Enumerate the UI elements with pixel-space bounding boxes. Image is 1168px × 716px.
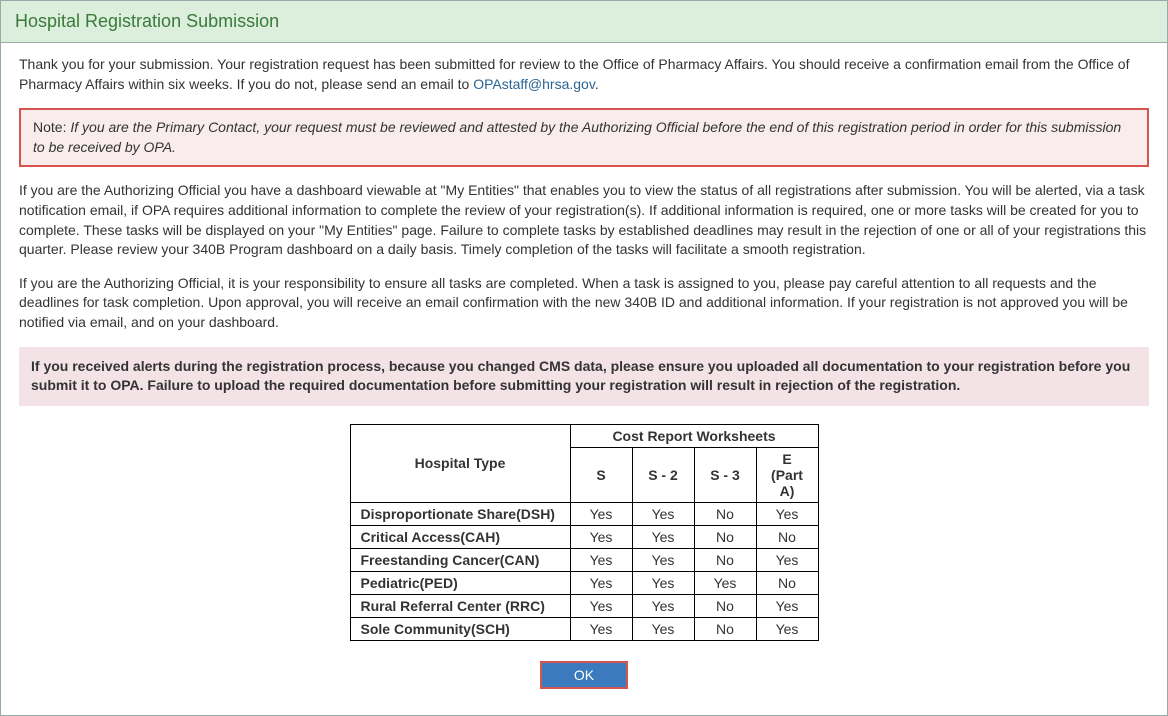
cell-value: Yes xyxy=(570,548,632,571)
row-label: Critical Access(CAH) xyxy=(350,525,570,548)
table-row: Rural Referral Center (RRC)YesYesNoYes xyxy=(350,594,818,617)
note-box: Note: If you are the Primary Contact, yo… xyxy=(19,108,1149,167)
row-label: Pediatric(PED) xyxy=(350,571,570,594)
table-row: Critical Access(CAH)YesYesNoNo xyxy=(350,525,818,548)
cell-value: Yes xyxy=(570,502,632,525)
cell-value: Yes xyxy=(570,571,632,594)
cell-value: Yes xyxy=(632,525,694,548)
note-text: If you are the Primary Contact, your req… xyxy=(33,119,1121,155)
cell-value: Yes xyxy=(632,617,694,640)
table-header-row-1: Hospital Type Cost Report Worksheets xyxy=(350,424,818,447)
button-wrap: OK xyxy=(19,661,1149,703)
cell-value: Yes xyxy=(632,548,694,571)
col-header-hospital-type: Hospital Type xyxy=(350,424,570,502)
cell-value: Yes xyxy=(570,617,632,640)
cell-value: No xyxy=(694,594,756,617)
cell-value: No xyxy=(694,502,756,525)
authorizing-official-dashboard-paragraph: If you are the Authorizing Official you … xyxy=(19,181,1149,259)
cell-value: Yes xyxy=(756,594,818,617)
cell-value: Yes xyxy=(570,525,632,548)
cell-value: No xyxy=(694,617,756,640)
page-container: Hospital Registration Submission Thank y… xyxy=(0,0,1168,716)
cell-value: Yes xyxy=(756,617,818,640)
thank-you-paragraph: Thank you for your submission. Your regi… xyxy=(19,55,1149,94)
col-header-group: Cost Report Worksheets xyxy=(570,424,818,447)
col-header-s: S xyxy=(570,447,632,502)
email-link[interactable]: OPAstaff@hrsa.gov xyxy=(473,76,595,92)
col-header-e: E (Part A) xyxy=(756,447,818,502)
table-wrap: Hospital Type Cost Report Worksheets S S… xyxy=(19,424,1149,641)
cell-value: No xyxy=(694,525,756,548)
page-title: Hospital Registration Submission xyxy=(15,11,1153,32)
page-header: Hospital Registration Submission xyxy=(1,1,1167,43)
row-label: Freestanding Cancer(CAN) xyxy=(350,548,570,571)
cell-value: Yes xyxy=(632,502,694,525)
thank-you-text-after: . xyxy=(595,76,599,92)
row-label: Sole Community(SCH) xyxy=(350,617,570,640)
page-content: Thank you for your submission. Your regi… xyxy=(1,43,1167,715)
col-header-s3: S - 3 xyxy=(694,447,756,502)
col-header-e-l2: (Part A) xyxy=(771,467,803,499)
note-label: Note: xyxy=(33,119,70,135)
cost-report-table: Hospital Type Cost Report Worksheets S S… xyxy=(350,424,819,641)
cell-value: Yes xyxy=(756,502,818,525)
table-row: Pediatric(PED)YesYesYesNo xyxy=(350,571,818,594)
table-row: Disproportionate Share(DSH)YesYesNoYes xyxy=(350,502,818,525)
ok-button[interactable]: OK xyxy=(540,661,628,689)
authorizing-official-responsibility-paragraph: If you are the Authorizing Official, it … xyxy=(19,274,1149,333)
cell-value: No xyxy=(694,548,756,571)
cell-value: Yes xyxy=(694,571,756,594)
cell-value: No xyxy=(756,525,818,548)
row-label: Disproportionate Share(DSH) xyxy=(350,502,570,525)
cell-value: Yes xyxy=(570,594,632,617)
alert-box: If you received alerts during the regist… xyxy=(19,347,1149,406)
table-row: Sole Community(SCH)YesYesNoYes xyxy=(350,617,818,640)
row-label: Rural Referral Center (RRC) xyxy=(350,594,570,617)
cell-value: Yes xyxy=(632,571,694,594)
col-header-e-l1: E xyxy=(782,451,791,467)
table-body: Disproportionate Share(DSH)YesYesNoYesCr… xyxy=(350,502,818,640)
cell-value: No xyxy=(756,571,818,594)
cell-value: Yes xyxy=(632,594,694,617)
table-row: Freestanding Cancer(CAN)YesYesNoYes xyxy=(350,548,818,571)
cell-value: Yes xyxy=(756,548,818,571)
col-header-s2: S - 2 xyxy=(632,447,694,502)
